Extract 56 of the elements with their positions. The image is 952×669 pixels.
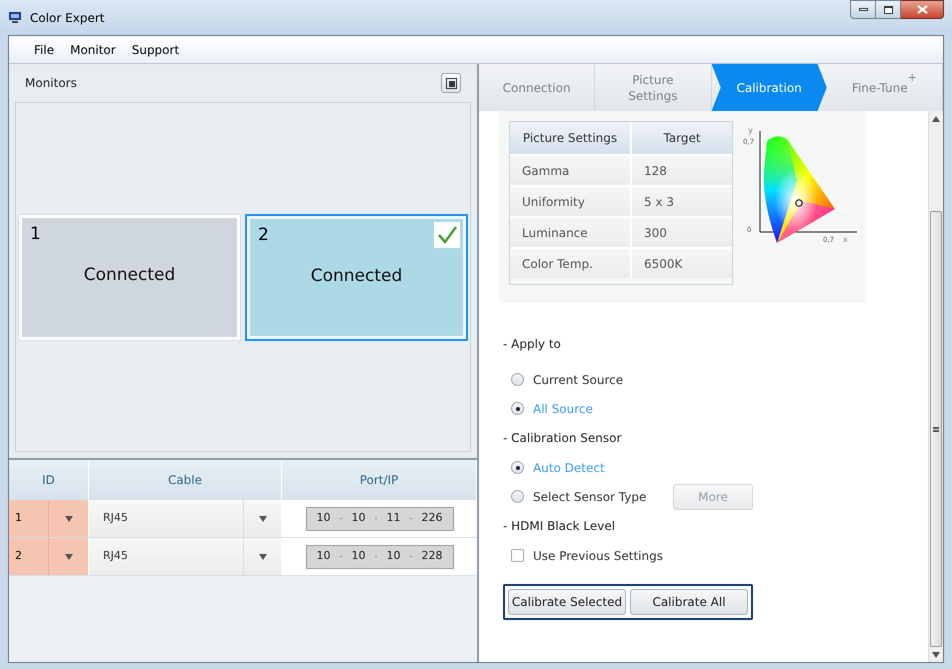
axis-label: x (843, 234, 848, 246)
checkmark-icon (434, 222, 460, 248)
monitor-tile[interactable]: 2 Connected (244, 214, 468, 340)
table-cell-text: 5 x 3 (643, 194, 675, 210)
radio-button[interactable] (511, 373, 524, 386)
id-dropdown[interactable]: 1 (9, 500, 89, 537)
close-icon (916, 5, 928, 14)
step-tab[interactable]: Calibration (712, 64, 827, 111)
calibrate-button[interactable]: Calibrate All (630, 589, 748, 615)
monitor-number: 2 (258, 224, 269, 246)
menu-item[interactable]: Monitor (70, 40, 116, 58)
monitor-tile[interactable]: 1 Connected (18, 214, 241, 340)
column-header: Target (662, 130, 702, 147)
section-title: - Calibration Sensor (503, 430, 622, 447)
minimize-button[interactable] (850, 0, 876, 19)
maximize-button[interactable] (876, 0, 901, 19)
dropdown-arrow-icon (64, 554, 72, 560)
panel-title: Monitors (25, 75, 77, 92)
scrollbar[interactable] (928, 111, 943, 662)
section-title: - HDMI Black Level (503, 518, 616, 535)
radio-button[interactable] (511, 402, 524, 415)
radio-button[interactable] (511, 490, 524, 503)
option-label: Select Sensor Type (533, 488, 646, 506)
radio-button[interactable] (511, 461, 524, 474)
table-cell-text: 300 (643, 224, 668, 242)
menu-item[interactable]: Support (132, 40, 180, 58)
option-label: Auto Detect (533, 460, 605, 476)
monitor-status: Connected (84, 264, 176, 287)
calibrate-button[interactable]: Calibrate Selected (508, 589, 626, 615)
menu-item[interactable]: File (34, 40, 54, 58)
detach-button[interactable] (441, 73, 461, 93)
table-cell-text: 128 (643, 162, 668, 180)
close-button[interactable] (901, 0, 944, 19)
monitor-number: 1 (30, 222, 41, 246)
dropdown-arrow-icon (932, 652, 940, 658)
option-label: Use Previous Settings (533, 548, 663, 564)
section-title: - Apply to (503, 336, 562, 353)
ip-address-field[interactable]: 10 10 11 226 (306, 506, 454, 530)
dropdown-arrow-icon (64, 516, 72, 522)
option-label: All Source (533, 400, 593, 418)
checkbox[interactable] (511, 549, 524, 562)
option-label: Current Source (533, 372, 624, 388)
window-title: Color Expert (30, 10, 104, 26)
ip-address-field[interactable]: 10 10 10 228 (306, 544, 454, 568)
table-cell: Color Temp. (510, 249, 632, 278)
id-dropdown[interactable]: 2 (9, 538, 89, 575)
app-icon (8, 11, 22, 24)
axis-label: y (748, 125, 753, 137)
table-cell-text: 6500K (643, 256, 684, 272)
scroll-up-icon (932, 116, 940, 122)
window-icon (446, 78, 456, 88)
cable-dropdown[interactable]: RJ45 (89, 500, 282, 537)
cable-dropdown[interactable]: RJ45 (89, 538, 282, 575)
dropdown-arrow-icon (258, 516, 266, 522)
monitor-status: Connected (310, 265, 402, 288)
dropdown-arrow-icon (258, 554, 266, 560)
